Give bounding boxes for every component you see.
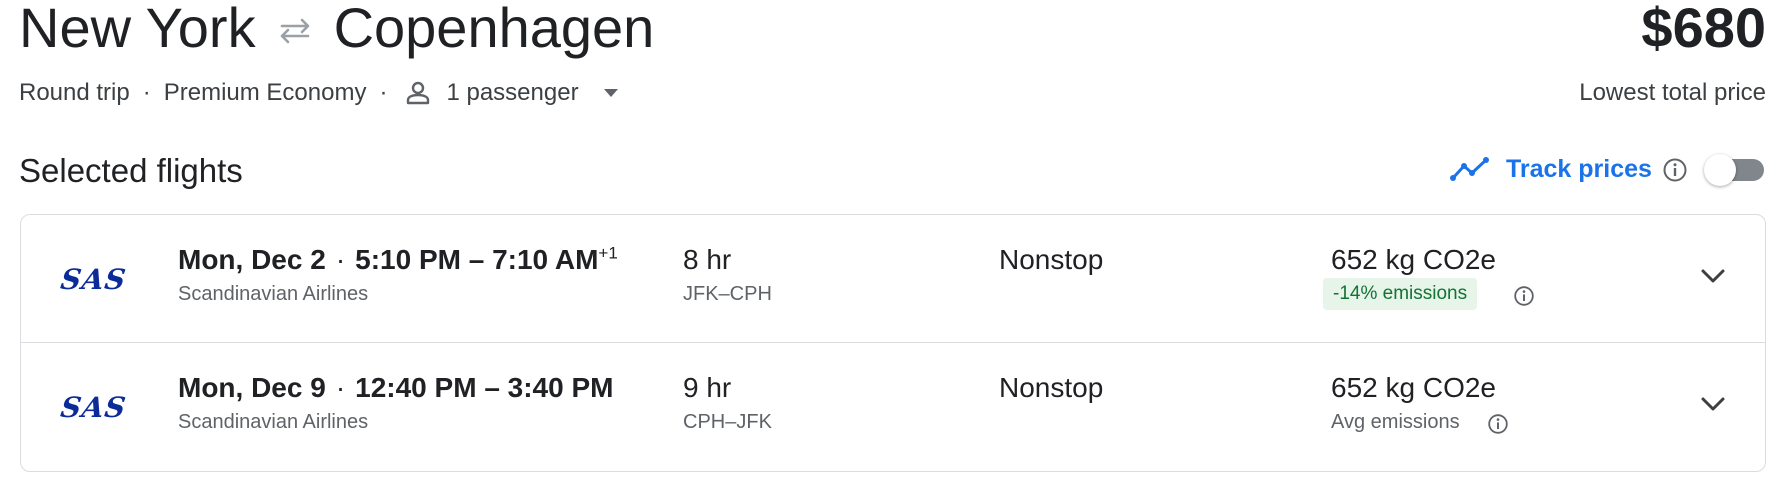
- track-prices-label[interactable]: Track prices: [1506, 155, 1652, 184]
- route-title: New York Copenhagen: [19, 0, 654, 58]
- times-separator: ·: [335, 244, 346, 275]
- lowest-price: $680: [1641, 0, 1766, 59]
- flight-duration: 8 hr: [683, 244, 732, 275]
- info-icon[interactable]: [1487, 413, 1509, 435]
- trip-type: Round trip: [19, 79, 130, 106]
- flight-row[interactable]: SAS Mon, Dec 2 · 5:10 PM – 7:10 AM+1 Scand…: [21, 215, 1765, 342]
- emissions-badge: -14% emissions: [1323, 278, 1478, 310]
- flight-times: Mon, Dec 9 · 12:40 PM – 3:40 PM: [178, 371, 613, 405]
- swap-arrows-icon: [280, 18, 309, 44]
- airline-logo: SAS: [58, 263, 129, 296]
- selected-flights-card: SAS Mon, Dec 2 · 5:10 PM – 7:10 AM+1 Scand…: [20, 214, 1766, 472]
- flight-emissions: 652 kg CO2e: [1331, 244, 1496, 275]
- trip-options: Round trip · Premium Economy · 1 passeng…: [19, 79, 619, 107]
- flight-row[interactable]: SAS Mon, Dec 9 · 12:40 PM – 3:40 PM Scandi…: [21, 343, 1765, 470]
- trend-line-icon: [1450, 156, 1489, 181]
- meta-separator: ·: [142, 79, 151, 106]
- flight-airports: JFK–CPH: [683, 283, 772, 305]
- lowest-price-caption: Lowest total price: [1579, 79, 1766, 106]
- emissions-note: Avg emissions: [1331, 411, 1460, 433]
- flight-duration: 9 hr: [683, 372, 732, 403]
- day-offset: +1: [598, 243, 618, 263]
- track-prices[interactable]: Track prices: [1450, 155, 1688, 184]
- times-separator: ·: [335, 372, 346, 403]
- airline-name: Scandinavian Airlines: [178, 411, 369, 433]
- passenger-count: 1 passenger: [446, 79, 579, 106]
- airline-logo: SAS: [58, 391, 129, 424]
- toggle-knob: [1704, 154, 1736, 186]
- flight-date: Mon, Dec 9: [178, 372, 326, 403]
- cabin-class: Premium Economy: [163, 79, 367, 106]
- airline-name: Scandinavian Airlines: [178, 283, 369, 305]
- flight-times: Mon, Dec 2 · 5:10 PM – 7:10 AM+1: [178, 243, 618, 277]
- origin-city: New York: [19, 0, 256, 59]
- track-prices-toggle[interactable]: [1704, 154, 1766, 186]
- flight-airports: CPH–JFK: [683, 411, 772, 433]
- passenger-selector[interactable]: 1 passenger: [400, 79, 618, 107]
- flight-summary-page: New York Copenhagen $680 Lowest total pr…: [0, 0, 1786, 498]
- chevron-down-icon[interactable]: [1700, 395, 1726, 413]
- info-icon[interactable]: [1662, 157, 1688, 183]
- flight-stops: Nonstop: [999, 372, 1104, 403]
- meta-separator: ·: [379, 79, 388, 106]
- info-icon[interactable]: [1513, 285, 1535, 307]
- flight-stops: Nonstop: [999, 244, 1104, 275]
- destination-city: Copenhagen: [333, 0, 655, 59]
- flight-date: Mon, Dec 2: [178, 244, 326, 275]
- person-icon: [407, 81, 430, 105]
- flight-time-range: 5:10 PM – 7:10 AM: [355, 244, 599, 275]
- section-title: Selected flights: [19, 152, 243, 189]
- flight-time-range: 12:40 PM – 3:40 PM: [355, 372, 614, 403]
- caret-down-icon: [603, 89, 618, 97]
- chevron-down-icon[interactable]: [1700, 267, 1726, 285]
- flight-emissions: 652 kg CO2e: [1331, 372, 1496, 403]
